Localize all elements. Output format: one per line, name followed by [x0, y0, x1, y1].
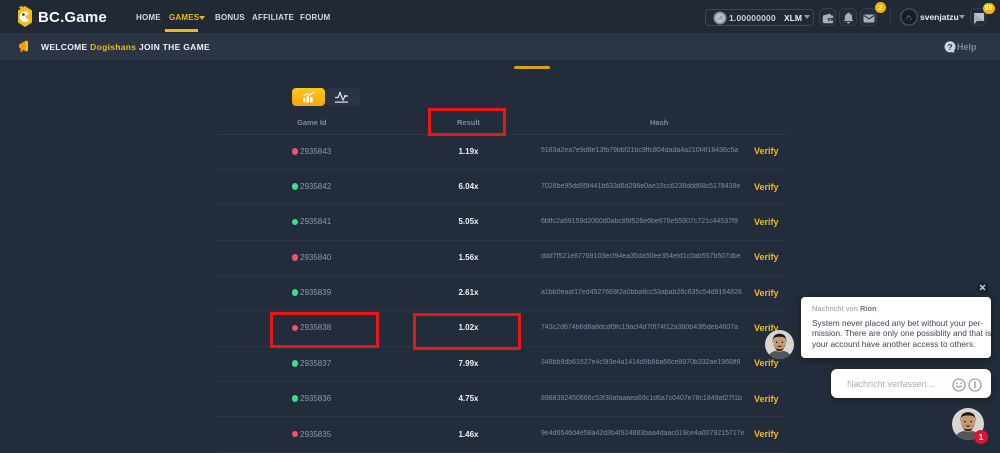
svg-text:?: ?: [947, 42, 952, 52]
